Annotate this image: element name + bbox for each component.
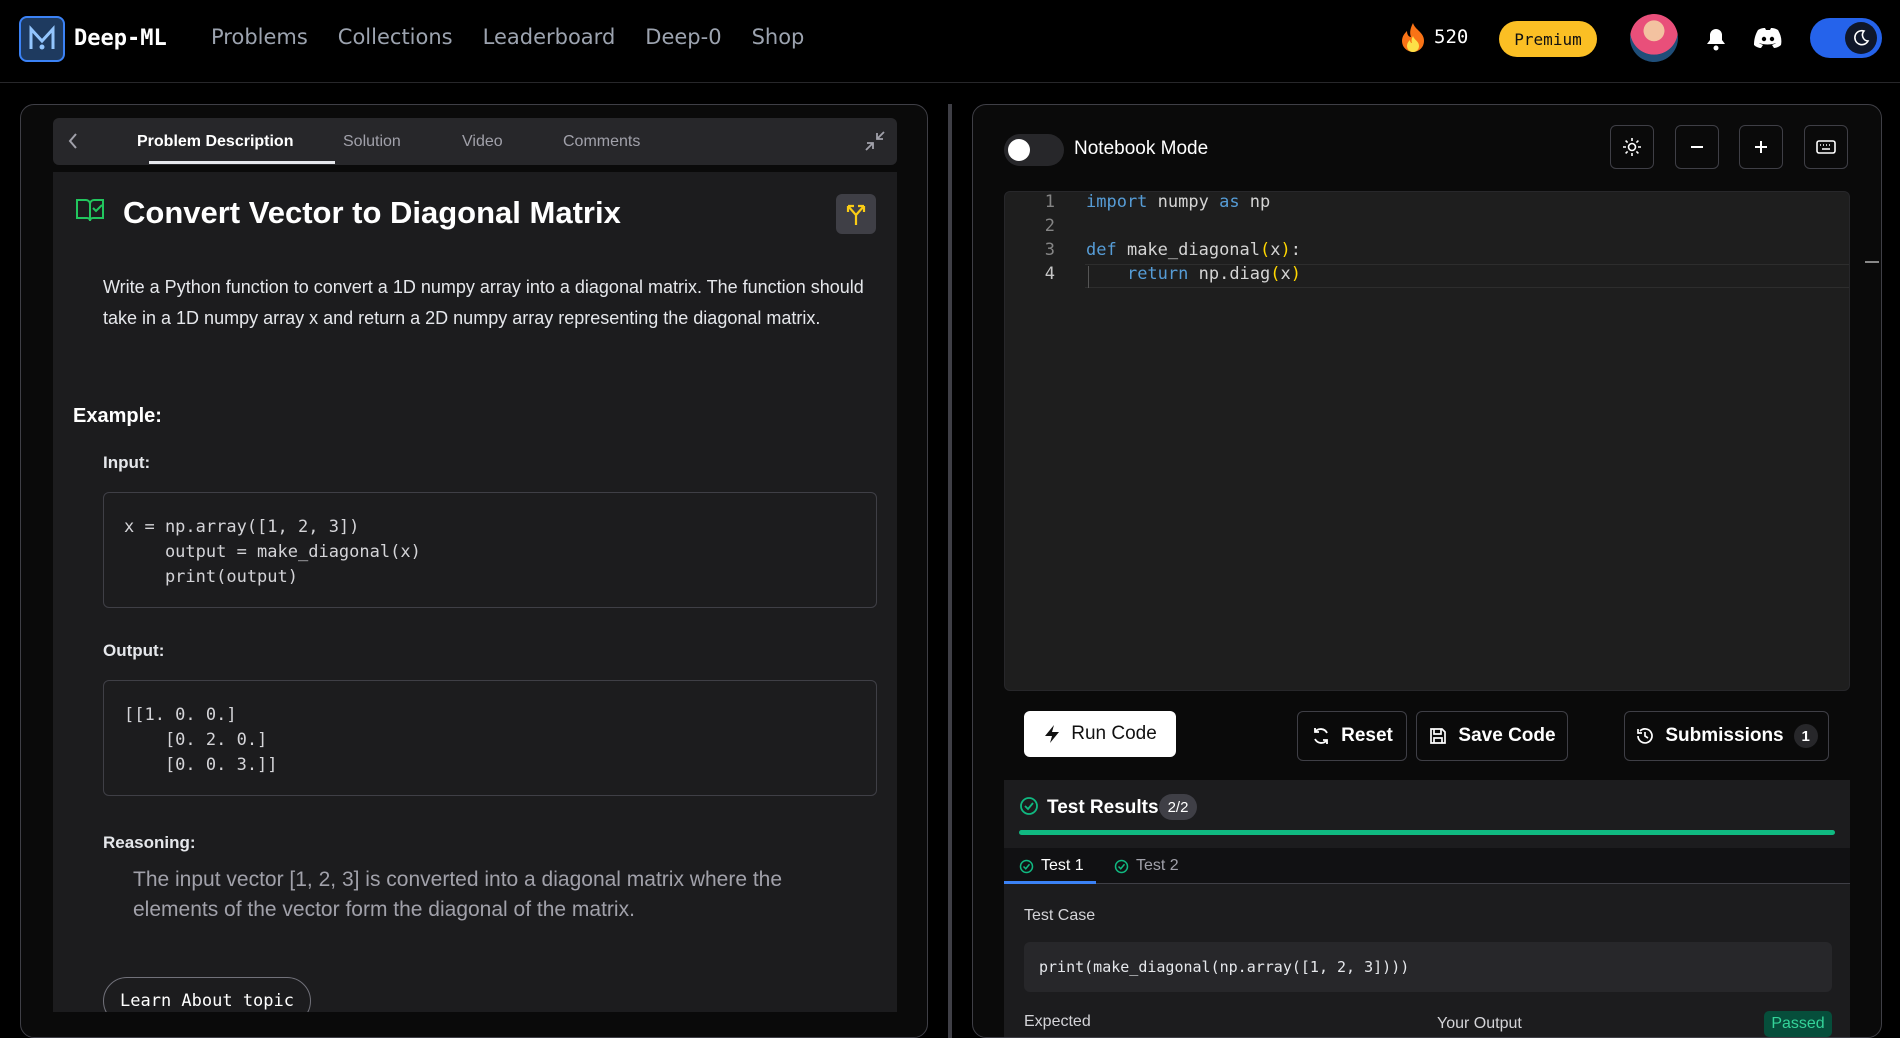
problem-content: Convert Vector to Diagonal Matrix Write …: [53, 172, 897, 1012]
tab-test-2[interactable]: Test 2: [1114, 857, 1179, 875]
zoom-out-icon[interactable]: [1675, 125, 1719, 169]
check-circle-icon: [1020, 797, 1038, 815]
reasoning-label: Reasoning:: [103, 833, 196, 852]
status-badge: Passed: [1764, 1011, 1832, 1037]
reasoning-text: The input vector [1, 2, 3] is converted …: [133, 868, 783, 921]
nav-deep-0[interactable]: Deep-0: [645, 25, 721, 49]
minimap-marker: [1865, 261, 1879, 263]
main-nav: Problems Collections Leaderboard Deep-0 …: [211, 25, 834, 49]
run-code-button[interactable]: Run Code: [1024, 711, 1176, 757]
flame-icon: [1402, 23, 1424, 52]
theme-toggle[interactable]: [1810, 18, 1882, 58]
code-line-4: 4 return np.diag(x): [1044, 264, 1302, 284]
discord-icon[interactable]: [1754, 27, 1782, 54]
moon-icon: [1845, 22, 1877, 54]
tab-problem-description[interactable]: Problem Description: [137, 133, 293, 151]
check-circle-icon: [1114, 859, 1129, 873]
notebook-mode-toggle[interactable]: [1004, 134, 1064, 166]
reset-button[interactable]: Reset: [1297, 711, 1407, 761]
active-test-indicator: [1004, 881, 1096, 884]
bell-icon[interactable]: [1705, 27, 1727, 56]
keyboard-icon[interactable]: [1804, 125, 1848, 169]
nav-shop[interactable]: Shop: [752, 25, 805, 49]
input-code: x = np.array([1, 2, 3]) output = make_di…: [103, 492, 877, 608]
save-icon: [1430, 728, 1447, 744]
zoom-in-icon[interactable]: [1739, 125, 1783, 169]
submissions-button[interactable]: Submissions 1: [1624, 711, 1829, 761]
your-output-label: Your Output: [1437, 1015, 1522, 1032]
code-line-1: 1 import numpy as np: [1044, 192, 1271, 212]
input-label: Input:: [103, 453, 151, 472]
output-label: Output:: [103, 641, 165, 660]
expected-label: Expected: [1024, 1013, 1091, 1030]
nav-problems[interactable]: Problems: [211, 25, 308, 49]
test-results-panel: Test Results 2/2 Test 1 Test 2 Test Case…: [1004, 780, 1850, 1037]
refresh-icon: [1314, 728, 1329, 744]
test-case-code: print(make_diagonal(np.array([1, 2, 3]))…: [1024, 942, 1832, 992]
streak-counter[interactable]: 520: [1400, 22, 1468, 52]
check-circle-icon: [1019, 859, 1034, 873]
problem-tabs: Problem Description Solution Video Comme…: [53, 118, 897, 165]
collapse-icon[interactable]: [863, 129, 887, 158]
output-code: [[1. 0. 0.] [0. 2. 0.] [0. 0. 3.]]: [103, 680, 877, 796]
brand-name[interactable]: Deep-ML: [74, 26, 167, 51]
book-check-icon: [75, 196, 105, 224]
active-tab-indicator: [149, 161, 335, 164]
nav-leaderboard[interactable]: Leaderboard: [483, 25, 616, 49]
problem-panel: Problem Description Solution Video Comme…: [20, 104, 928, 1038]
deepml-logo-icon[interactable]: [19, 16, 65, 62]
premium-button[interactable]: Premium: [1499, 21, 1597, 57]
tab-solution[interactable]: Solution: [343, 133, 401, 151]
test-results-title: Test Results: [1047, 797, 1159, 818]
code-line-2: 2: [1044, 216, 1055, 236]
code-editor[interactable]: 1 import numpy as np 2 3 def make_diagon…: [1004, 191, 1879, 691]
panel-resize-handle[interactable]: [948, 104, 952, 1038]
lightning-icon: [1045, 725, 1060, 743]
sun-icon[interactable]: [1610, 125, 1654, 169]
test-results-badge: 2/2: [1159, 794, 1197, 820]
notebook-mode-label: Notebook Mode: [1074, 138, 1209, 159]
tab-video[interactable]: Video: [462, 133, 503, 151]
problem-title: Convert Vector to Diagonal Matrix: [123, 195, 621, 230]
code-line-3: 3 def make_diagonal(x):: [1044, 240, 1302, 260]
streak-count: 520: [1434, 26, 1469, 48]
test-tabs: Test 1 Test 2: [1004, 848, 1850, 884]
submissions-count: 1: [1793, 724, 1818, 748]
test-case-label: Test Case: [1024, 907, 1096, 924]
save-code-button[interactable]: Save Code: [1416, 711, 1568, 761]
nav-collections[interactable]: Collections: [338, 25, 453, 49]
editor-panel: Notebook Mode 1 import numpy as np 2 3 d…: [972, 104, 1882, 1038]
problem-description: Write a Python function to convert a 1D …: [103, 277, 864, 328]
tab-test-1[interactable]: Test 1: [1019, 857, 1084, 875]
history-icon: [1637, 728, 1654, 744]
learn-about-topic-button[interactable]: Learn About topic: [103, 977, 311, 1012]
top-navbar: Deep-ML Problems Collections Leaderboard…: [0, 0, 1900, 83]
example-heading: Example:: [73, 405, 162, 427]
avatar[interactable]: [1630, 14, 1678, 62]
tab-comments[interactable]: Comments: [563, 133, 640, 151]
test-progress-bar: [1019, 830, 1835, 835]
branch-icon[interactable]: [836, 194, 876, 234]
chevron-left-icon[interactable]: [67, 132, 79, 155]
